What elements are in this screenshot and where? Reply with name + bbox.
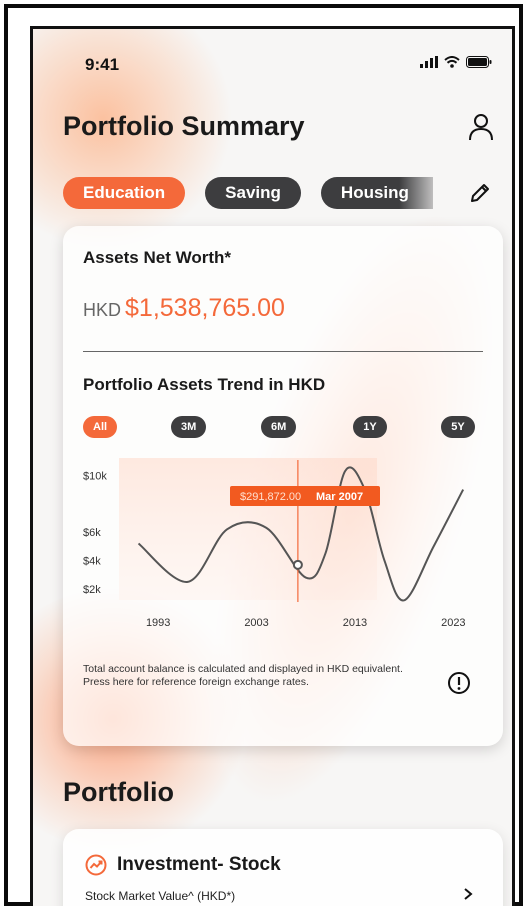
x-tick-label: 2003 <box>244 617 268 629</box>
cellular-signal-icon <box>420 56 438 68</box>
note-line-1: Total account balance is calculated and … <box>83 663 403 675</box>
pencil-icon[interactable] <box>468 181 492 205</box>
card-title: Investment- Stock <box>117 854 281 875</box>
profile-icon[interactable] <box>468 113 494 141</box>
battery-icon <box>466 56 492 68</box>
device-frame: 9:41 Portfolio Summary Education Saving … <box>4 4 523 906</box>
card-subtitle: Stock Market Value^ (HKD*) <box>85 889 236 903</box>
page-title: Portfolio Summary <box>63 111 305 141</box>
net-worth-value: HKD $1,538,765.00 <box>83 294 285 323</box>
chip-education[interactable]: Education <box>63 177 186 209</box>
net-worth-label: Assets Net Worth* <box>83 248 231 267</box>
chip-saving[interactable]: Saving <box>205 177 301 209</box>
x-tick-label: 2023 <box>441 617 465 629</box>
currency-label: HKD <box>83 300 122 320</box>
card-header: Investment- Stock <box>85 854 281 876</box>
note-line-2: Press here for reference foreign exchang… <box>83 675 309 688</box>
info-icon[interactable] <box>447 671 471 695</box>
balance-note[interactable]: Total account balance is calculated and … <box>83 663 403 688</box>
chart-tooltip: $291,872.00 Mar 2007 <box>230 486 380 506</box>
range-tab-all[interactable]: All <box>83 416 118 438</box>
y-tick-label: $6k <box>83 527 101 539</box>
status-bar: 9:41 <box>33 29 512 79</box>
investment-stock-card[interactable]: Investment- Stock Stock Market Value^ (H… <box>63 829 503 906</box>
trend-chart[interactable]: $10k $6k $4k $2k 1993 2003 2013 2023 $291,872.… <box>73 456 493 646</box>
net-worth-amount: $1,538,765.00 <box>125 294 285 322</box>
portfolio-heading: Portfolio <box>63 777 174 807</box>
y-tick-label: $4k <box>83 556 101 568</box>
net-worth-card: Assets Net Worth* HKD $1,538,765.00 Port… <box>63 226 503 746</box>
range-tab-3m[interactable]: 3M <box>171 416 207 438</box>
tooltip-date: Mar 2007 <box>316 491 363 503</box>
wifi-icon <box>444 56 460 68</box>
range-tab-1y[interactable]: 1Y <box>353 416 387 438</box>
cursor-point[interactable] <box>292 559 303 570</box>
y-tick-label: $10k <box>83 470 107 482</box>
x-tick-label: 2013 <box>343 617 367 629</box>
range-tab-5y[interactable]: 5Y <box>441 416 475 438</box>
tooltip-value: $291,872.00 <box>240 491 301 503</box>
chip-housing[interactable]: Housing <box>320 177 433 209</box>
divider <box>83 351 483 352</box>
y-tick-label: $2k <box>83 584 101 596</box>
range-tabs: All 3M 6M 1Y 5Y <box>83 416 478 438</box>
x-tick-label: 1993 <box>146 617 170 629</box>
status-icons <box>420 56 492 68</box>
chart-highlight-area <box>119 458 377 600</box>
chevron-right-icon[interactable] <box>461 887 475 901</box>
trend-up-icon <box>85 854 107 876</box>
trend-title: Portfolio Assets Trend in HKD <box>83 375 326 394</box>
phone-screen: 9:41 Portfolio Summary Education Saving … <box>30 26 515 906</box>
goal-chips: Education Saving Housing <box>63 177 433 209</box>
status-time: 9:41 <box>85 55 120 74</box>
range-tab-6m[interactable]: 6M <box>261 416 297 438</box>
